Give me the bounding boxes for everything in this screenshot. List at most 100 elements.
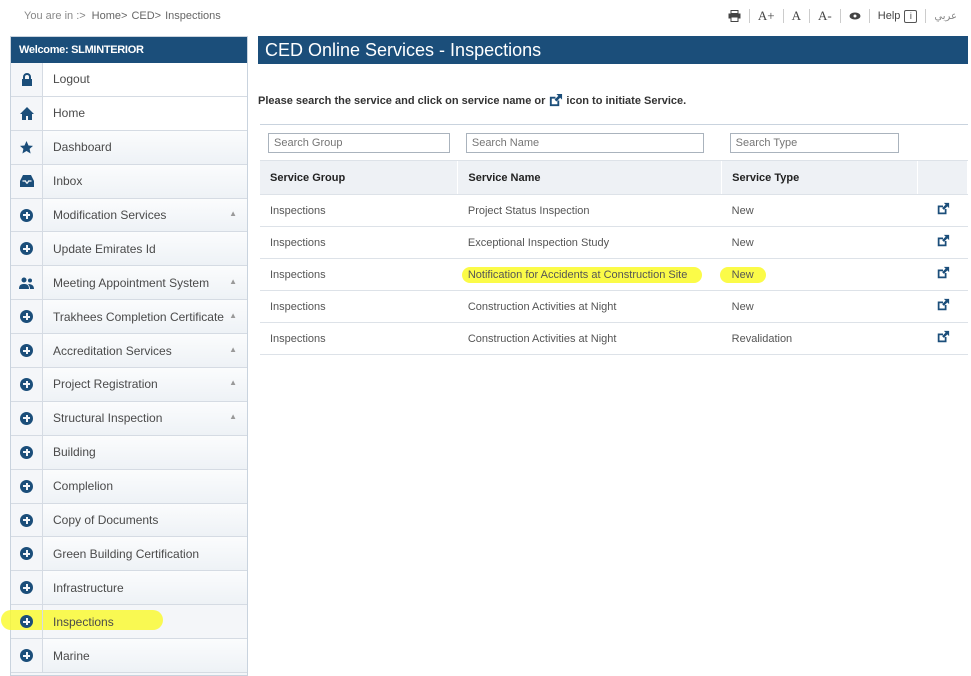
chevron-up-icon[interactable]: ▲	[229, 209, 237, 218]
sidebar-item-home[interactable]: Home	[11, 96, 247, 131]
cell-service-group: Inspections	[260, 290, 458, 323]
services-table-body: Inspections Project Status Inspection New I…	[260, 194, 968, 355]
sidebar-item-modification-services[interactable]: Modification Services ▲	[11, 198, 247, 233]
sidebar-item-inspections[interactable]: Inspections	[1, 605, 247, 640]
font-increase-button[interactable]: A+	[748, 8, 783, 23]
search-group-input[interactable]	[268, 132, 450, 153]
table-row: Inspections Notification for Accidents at…	[260, 258, 968, 291]
cell-service-type: New	[731, 236, 754, 249]
sidebar-item-label: Copy of Documents	[43, 503, 247, 537]
column-header-service-group[interactable]: Service Group	[260, 160, 459, 195]
sidebar-item-meeting-appointment-system[interactable]: Meeting Appointment System ▲	[11, 266, 247, 301]
table-row: Inspections Exceptional Inspection Study N…	[260, 226, 968, 259]
page-title: CED Online Services - Inspections	[258, 36, 968, 64]
breadcrumb-ced[interactable]: CED>	[131, 10, 161, 22]
service-name-link[interactable]: Construction Activities at Night	[468, 333, 617, 345]
sidebar-item-label: Marine	[43, 639, 247, 673]
help-label: Help	[877, 10, 901, 22]
toolbar: A+ A A- Help i عربي	[720, 6, 965, 26]
service-name-link[interactable]: Notification for Accidents at Constructi…	[468, 269, 688, 281]
chevron-up-icon[interactable]: ▲	[229, 378, 237, 387]
font-normal-button[interactable]: A	[782, 8, 809, 23]
sidebar-item-label: Project Registration	[43, 368, 247, 401]
sidebar-item-label: Trakhees Completion Certificate	[43, 300, 247, 334]
top-bar: You are in :> Home> CED> Inspections A+ …	[0, 0, 971, 32]
sidebar-item-label: Complelion	[43, 469, 247, 503]
circle-plus-icon	[11, 435, 43, 469]
sidebar-item-label: Building	[43, 435, 247, 469]
breadcrumb-prefix: You are in :>	[24, 10, 86, 22]
chevron-up-icon[interactable]: ▲	[229, 412, 237, 421]
circle-plus-icon	[11, 368, 43, 401]
external-link-icon[interactable]	[936, 298, 950, 312]
breadcrumb: You are in :> Home> CED> Inspections	[24, 8, 221, 24]
font-decrease-button[interactable]: A-	[809, 8, 840, 23]
sidebar-item-logout[interactable]: Logout	[11, 63, 247, 97]
sidebar-item-green-building-certification[interactable]: Green Building Certification	[11, 537, 247, 572]
service-name-link[interactable]: Construction Activities at Night	[468, 301, 617, 313]
language-toggle[interactable]: عربي	[925, 9, 965, 23]
eye-icon	[849, 12, 861, 20]
cell-service-type: New	[731, 300, 754, 313]
table-row: Inspections Construction Activities at Ni…	[260, 322, 968, 355]
service-name-link[interactable]: Project Status Inspection	[468, 205, 590, 217]
sidebar-item-label: Meeting Appointment System	[43, 266, 247, 300]
sidebar-item-trakhees-completion-certificate[interactable]: Trakhees Completion Certificate ▲	[11, 300, 247, 335]
sidebar-item-inbox[interactable]: Inbox	[11, 164, 247, 199]
search-name-input[interactable]	[465, 132, 704, 153]
sidebar-item-label: Modification Services	[43, 198, 247, 232]
external-link-icon[interactable]	[936, 234, 950, 248]
chevron-up-icon[interactable]: ▲	[229, 277, 237, 286]
chevron-up-icon[interactable]: ▲	[229, 345, 237, 354]
contrast-button[interactable]	[839, 9, 869, 23]
instruction-before: Please search the service and click on s…	[258, 94, 546, 107]
external-link-icon[interactable]	[936, 266, 950, 280]
print-button[interactable]	[720, 9, 749, 23]
home-icon	[11, 96, 43, 130]
sidebar-item-accreditation-services[interactable]: Accreditation Services ▲	[11, 334, 247, 369]
main-content: CED Online Services - Inspections Please…	[258, 36, 968, 676]
instruction-text: Please search the service and click on s…	[258, 93, 686, 108]
circle-plus-icon	[11, 401, 43, 435]
cell-service-type: New	[731, 268, 754, 281]
table-row: Inspections Construction Activities at Ni…	[260, 290, 968, 323]
sidebar-item-complelion[interactable]: Complelion	[11, 469, 247, 504]
print-icon	[728, 10, 741, 22]
sidebar-item-update-emirates-id[interactable]: Update Emirates Id	[11, 232, 247, 267]
circle-plus-icon	[11, 571, 43, 605]
circle-plus-icon	[11, 503, 43, 537]
external-link-icon[interactable]	[936, 330, 950, 344]
sidebar-item-building[interactable]: Building	[11, 435, 247, 470]
sidebar-item-copy-of-documents[interactable]: Copy of Documents	[11, 503, 247, 538]
sidebar-item-label: Inbox	[43, 164, 247, 198]
sidebar-item-label: Update Emirates Id	[43, 232, 247, 266]
service-name-link[interactable]: Exceptional Inspection Study	[468, 237, 609, 249]
breadcrumb-home[interactable]: Home>	[92, 10, 128, 22]
search-row	[260, 124, 968, 161]
sidebar-item-marine[interactable]: Marine	[11, 639, 247, 674]
cell-service-group: Inspections	[260, 258, 458, 291]
sidebar-item-structural-inspection[interactable]: Structural Inspection ▲	[11, 401, 247, 436]
sidebar-item-label: Infrastructure	[43, 571, 247, 605]
external-link-icon[interactable]	[936, 202, 950, 216]
search-type-input[interactable]	[729, 132, 899, 153]
column-header-service-name[interactable]: Service Name	[457, 160, 723, 195]
circle-plus-icon	[11, 605, 43, 639]
circle-plus-icon	[11, 232, 43, 266]
sidebar-item-project-registration[interactable]: Project Registration ▲	[11, 368, 247, 402]
chevron-up-icon[interactable]: ▲	[229, 311, 237, 320]
sidebar: Welcome: SLMINTERIOR Logout Home Dashboard…	[1, 36, 248, 676]
lock-icon	[11, 63, 43, 96]
welcome-banner: Welcome: SLMINTERIOR	[11, 37, 247, 63]
circle-plus-icon	[11, 537, 43, 571]
instruction-after: icon to initiate Service.	[566, 94, 687, 107]
help-button[interactable]: Help i	[868, 9, 926, 23]
inbox-icon	[11, 164, 43, 198]
table-row: Inspections Project Status Inspection New	[260, 194, 968, 227]
sidebar-item-dashboard[interactable]: Dashboard	[11, 130, 247, 165]
sidebar-item-infrastructure[interactable]: Infrastructure	[11, 571, 247, 606]
breadcrumb-current: Inspections	[165, 10, 221, 22]
circle-plus-icon	[11, 639, 43, 673]
circle-plus-icon	[11, 469, 43, 503]
column-header-service-type[interactable]: Service Type	[721, 160, 918, 195]
